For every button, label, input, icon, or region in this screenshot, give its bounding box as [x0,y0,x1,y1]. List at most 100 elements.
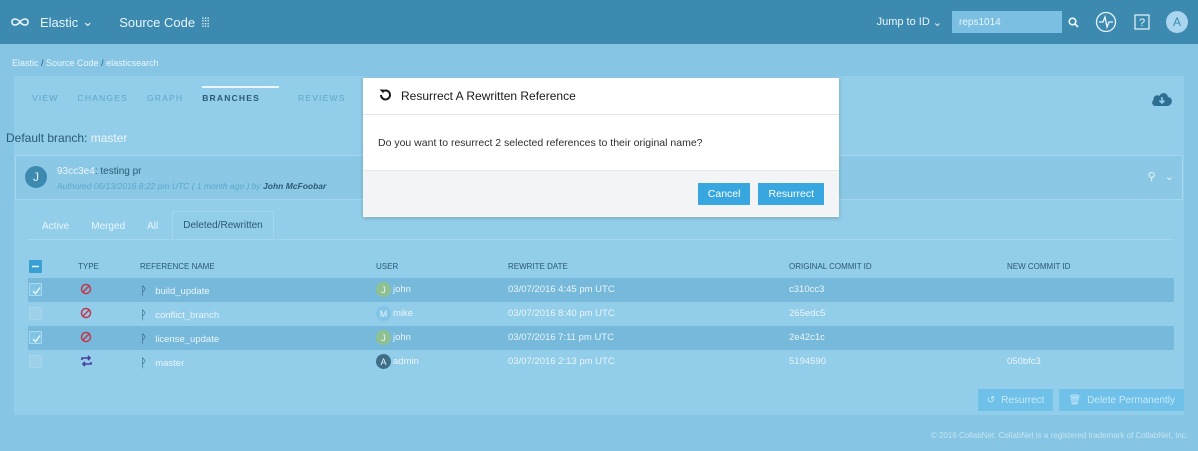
user-name: admin [393,356,419,367]
rewritten-icon [80,355,93,370]
repo-tabs: VIEW CHANGES GRAPH BRANCHES REVIEWS [32,86,365,112]
tab-view[interactable]: VIEW [32,86,78,112]
tab-changes[interactable]: CHANGES [78,86,147,112]
reference-name[interactable]: ᚹ conflict_branch [140,308,219,322]
app-logo-icon[interactable] [0,16,40,28]
default-branch-value[interactable]: master [91,131,128,145]
table-row[interactable]: ᚹ master Aadmin 03/07/2016 2:13 pm UTC 51945… [28,350,1174,374]
commit-author: John McFoobar [263,181,327,191]
apps-grid-icon: ⁞⁞⁞ [201,14,210,30]
rewrite-date: 03/07/2016 7:11 pm UTC [508,332,614,343]
rewrite-date: 03/07/2016 2:13 pm UTC [508,356,615,367]
dialog-message: Do you want to resurrect 2 selected refe… [378,137,703,149]
subtab-all[interactable]: All [133,221,166,240]
confirm-resurrect-button[interactable]: Resurrect [758,182,824,205]
table-row[interactable]: ᚹ build_update Jjohn 03/07/2016 4:45 pm UTC… [28,278,1174,302]
user-name: john [393,332,411,343]
reference-name[interactable]: ᚹ master [140,356,184,370]
avatar: J [376,330,391,345]
svg-text:?: ? [1139,17,1145,29]
subtab-active[interactable]: Active [28,221,77,240]
new-commit-link[interactable]: 050bfc3 [1007,356,1041,367]
undo-icon [378,88,392,105]
jump-label: Jump to ID [876,16,930,28]
original-commit-link[interactable]: 265edc5 [789,308,825,319]
search-icon[interactable] [1062,11,1084,33]
row-checkbox[interactable] [29,283,42,296]
deleted-icon [80,283,92,298]
breadcrumb-repo[interactable]: elasticsearch [106,58,159,68]
reference-label: build_update [155,285,210,297]
col-rewrite-date: REWRITE DATE [508,262,568,271]
user-name: mike [393,308,414,319]
avatar: A [376,354,391,369]
select-all-checkbox[interactable] [29,260,42,273]
tab-branches[interactable]: BRANCHES [202,86,279,112]
default-branch: Default branch: master [6,131,127,145]
branch-icon: ᚹ [140,332,148,346]
help-icon[interactable]: ? [1130,10,1154,34]
chevron-down-icon: ⌄ [932,16,942,29]
tab-graph[interactable]: GRAPH [147,86,202,112]
commit-message: : testing pr [94,166,142,177]
avatar: J [376,282,391,297]
breadcrumb-org[interactable]: Elastic [12,58,39,68]
row-checkbox[interactable] [29,355,42,368]
commit-meta-text: Authored 06/13/2016 8:22 pm UTC ( 1 mont… [57,181,261,191]
col-original-commit: ORIGINAL COMMIT ID [789,262,872,271]
table-row[interactable]: ᚹ conflict_branch Mmike 03/07/2016 8:40 pm … [28,302,1174,326]
resurrect-button[interactable]: ↺ Resurrect [977,389,1054,411]
breadcrumb: Elastic / Source Code / elasticsearch [12,58,159,68]
row-checkbox[interactable] [29,307,42,320]
avatar: M [376,306,391,321]
subtab-merged[interactable]: Merged [77,221,133,240]
rewrite-date: 03/07/2016 4:45 pm UTC [508,284,615,295]
cancel-button[interactable]: Cancel [697,182,751,205]
activity-icon[interactable] [1094,10,1118,34]
tab-reviews[interactable]: REVIEWS [298,86,365,112]
cloud-download-icon[interactable] [1150,90,1174,111]
reference-name[interactable]: ᚹ build_update [140,284,210,298]
subtab-deleted-rewritten[interactable]: Deleted/Rewritten [172,211,274,240]
branch-icon: ᚹ [140,356,148,370]
commit-meta: Authored 06/13/2016 8:22 pm UTC ( 1 mont… [57,181,326,191]
jump-to-id-menu[interactable]: Jump to ID ⌄ [877,16,942,29]
commit-id-link[interactable]: 93cc3e4 [57,166,95,177]
divider [28,239,1174,240]
table-header: TYPE REFERENCE NAME USER REWRITE DATE OR… [28,258,1174,276]
breadcrumb-app[interactable]: Source Code [46,58,99,68]
original-commit-link[interactable]: 2e42c1c [789,332,825,343]
col-type: TYPE [78,262,99,271]
bulk-actions: ↺ Resurrect 🗑 Delete Permanently [977,389,1184,411]
table-row[interactable]: ᚹ license_update Jjohn 03/07/2016 7:11 pm U… [28,326,1174,350]
ref-filter-tabs: Active Merged All Deleted/Rewritten [28,211,274,240]
reference-name[interactable]: ᚹ license_update [140,332,219,346]
reference-label: license_update [155,333,220,345]
rewrite-date: 03/07/2016 8:40 pm UTC [508,308,615,319]
branch-icon: ᚹ [140,308,148,322]
user-name: john [393,284,411,295]
footer-copyright: © 2016 CollabNet. CollabNet is a registe… [930,431,1188,440]
delete-permanently-button[interactable]: 🗑 Delete Permanently [1059,389,1184,411]
resurrect-label: Resurrect [1001,394,1045,406]
search-input[interactable] [952,11,1062,33]
original-commit-link[interactable]: 5194590 [789,356,826,367]
dialog-title: Resurrect A Rewritten Reference [401,89,576,103]
deleted-icon [80,331,92,346]
reference-label: master [155,357,185,369]
app-switcher[interactable]: Source Code ⁞⁞⁞ [119,14,210,30]
commit-title: 93cc3e4: testing pr [57,166,142,177]
row-checkbox[interactable] [29,331,42,344]
col-reference-name: REFERENCE NAME [140,262,215,271]
resurrect-dialog: Resurrect A Rewritten Reference Do you w… [363,78,839,217]
user-avatar[interactable]: A [1166,11,1188,33]
original-commit-link[interactable]: c310cc3 [789,284,824,295]
app-name: Source Code [119,14,196,30]
location-pin-icon[interactable]: ⚲ [1148,171,1156,183]
org-switcher[interactable]: Elastic ⌄ [40,14,93,30]
top-navbar: Elastic ⌄ Source Code ⁞⁞⁞ Jump to ID ⌄ ?… [0,0,1198,44]
col-user: USER [376,262,399,271]
deleted-icon [80,307,92,322]
dialog-footer: Cancel Resurrect [363,170,839,216]
chevron-down-icon[interactable]: ⌄ [1165,171,1174,183]
